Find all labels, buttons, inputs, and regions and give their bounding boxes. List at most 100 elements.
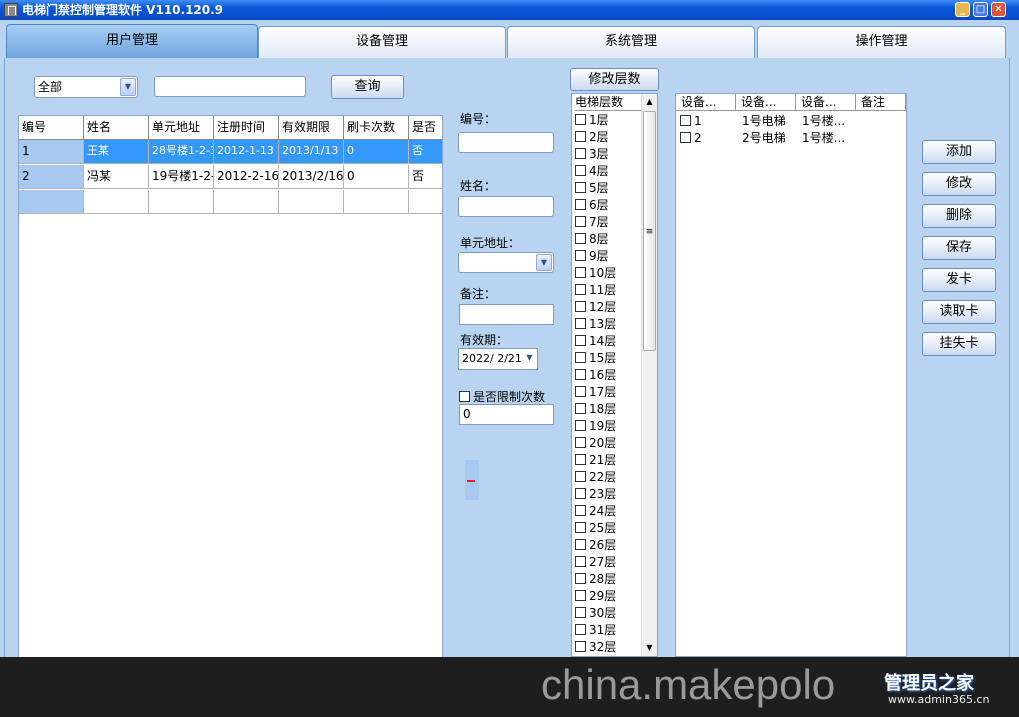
checkbox-icon[interactable] — [575, 284, 586, 295]
device-column-header[interactable]: 备注 — [856, 94, 906, 111]
table-cell-empty[interactable] — [214, 190, 279, 214]
floor-item[interactable]: 18层 — [575, 401, 616, 418]
floor-item[interactable]: 2层 — [575, 129, 609, 146]
tab-system-management[interactable]: 系统管理 — [507, 26, 755, 58]
table-cell-empty[interactable] — [19, 190, 84, 214]
checkbox-icon[interactable] — [575, 165, 586, 176]
device-row[interactable]: 1 — [680, 113, 702, 129]
device-column-header[interactable]: 设备... — [736, 94, 796, 111]
user-table[interactable]: 编号 姓名 单元地址 注册时间 有效期限 刷卡次数 是否 1 王某 28号楼1-2-3 2012-1… — [18, 115, 443, 660]
table-cell[interactable]: 19号楼1-2-3 — [149, 165, 214, 189]
floor-item[interactable]: 29层 — [575, 588, 616, 605]
table-cell-empty[interactable] — [149, 190, 214, 214]
tab-user-management[interactable]: 用户管理 — [6, 24, 258, 58]
scroll-up-icon[interactable]: ▲ — [643, 94, 656, 110]
tab-device-management[interactable]: 设备管理 — [258, 26, 506, 58]
save-button[interactable]: 保存 — [922, 236, 996, 260]
device-list[interactable]: 设备... 设备... 设备... 备注 1 1号电梯 1号楼... 2 2号电梯 1号楼... — [675, 93, 907, 657]
maximize-icon[interactable]: □ — [973, 2, 988, 17]
floor-item[interactable]: 5层 — [575, 180, 609, 197]
tab-operation-management[interactable]: 操作管理 — [757, 26, 1006, 58]
scroll-thumb[interactable]: ≡ — [643, 111, 656, 351]
checkbox-icon[interactable] — [575, 131, 586, 142]
floor-item[interactable]: 8层 — [575, 231, 609, 248]
checkbox-icon[interactable] — [575, 352, 586, 363]
table-cell[interactable]: 冯某 — [84, 165, 149, 189]
table-cell[interactable]: 2013/1/13 — [279, 140, 344, 164]
address-select[interactable]: ▼ — [458, 252, 554, 273]
checkbox-icon[interactable] — [575, 573, 586, 584]
modify-button[interactable]: 修改 — [922, 172, 996, 196]
add-button[interactable]: 添加 — [922, 140, 996, 164]
table-cell[interactable]: 2012-1-13 01 — [214, 140, 279, 164]
floor-item[interactable]: 28层 — [575, 571, 616, 588]
floor-item[interactable]: 10层 — [575, 265, 616, 282]
column-header[interactable]: 是否 — [409, 116, 442, 140]
modify-floors-button[interactable]: 修改层数 — [570, 68, 659, 91]
floor-item[interactable]: 11层 — [575, 282, 616, 299]
minimize-icon[interactable]: _ — [955, 2, 970, 17]
checkbox-icon[interactable] — [575, 267, 586, 278]
checkbox-icon[interactable] — [575, 641, 586, 652]
table-cell-empty[interactable] — [409, 190, 442, 214]
floor-item[interactable]: 3层 — [575, 146, 609, 163]
issue-card-button[interactable]: 发卡 — [922, 268, 996, 292]
checkbox-icon[interactable] — [575, 318, 586, 329]
floor-item[interactable]: 6层 — [575, 197, 609, 214]
checkbox-icon[interactable] — [575, 454, 586, 465]
floor-list-scrollbar[interactable]: ▲ ≡ ▼ — [641, 94, 657, 656]
table-cell-empty[interactable] — [279, 190, 344, 214]
checkbox-icon[interactable] — [575, 369, 586, 380]
floor-item[interactable]: 1层 — [575, 112, 609, 129]
floor-item[interactable]: 22层 — [575, 469, 616, 486]
floor-item[interactable]: 24层 — [575, 503, 616, 520]
checkbox-icon[interactable] — [575, 539, 586, 550]
checkbox-icon[interactable] — [575, 403, 586, 414]
chevron-down-icon[interactable]: ▼ — [523, 350, 536, 368]
checkbox-icon[interactable] — [680, 115, 691, 126]
checkbox-icon[interactable] — [575, 216, 586, 227]
column-header[interactable]: 编号 — [19, 116, 84, 140]
floor-item[interactable]: 31层 — [575, 622, 616, 639]
column-header[interactable]: 姓名 — [84, 116, 149, 140]
floor-item[interactable]: 26层 — [575, 537, 616, 554]
column-header[interactable]: 有效期限 — [279, 116, 344, 140]
floor-item[interactable]: 13层 — [575, 316, 616, 333]
table-cell-empty[interactable] — [84, 190, 149, 214]
delete-button[interactable]: 删除 — [922, 204, 996, 228]
floor-item[interactable]: 21层 — [575, 452, 616, 469]
table-cell[interactable]: 2013/2/16 — [279, 165, 344, 189]
table-cell[interactable]: 2 — [19, 165, 84, 189]
table-cell[interactable]: 否 — [409, 140, 442, 164]
checkbox-icon[interactable] — [575, 420, 586, 431]
checkbox-icon[interactable] — [575, 250, 586, 261]
limit-count-input[interactable]: 0 — [459, 404, 554, 425]
floor-list[interactable]: 电梯层数 ▲ ≡ ▼ 1层 2层 3层 4层 5层 6层 7层 8层 9层 10层 11层 12层 13… — [571, 93, 658, 657]
note-input[interactable] — [459, 304, 554, 325]
checkbox-icon[interactable] — [575, 437, 586, 448]
floor-item[interactable]: 20层 — [575, 435, 616, 452]
expiry-date-picker[interactable]: 2022/ 2/21 ▼ — [458, 348, 538, 370]
column-header[interactable]: 单元地址 — [149, 116, 214, 140]
floor-item[interactable]: 23层 — [575, 486, 616, 503]
checkbox-icon[interactable] — [575, 148, 586, 159]
floor-item[interactable]: 14层 — [575, 333, 616, 350]
floor-item[interactable]: 17层 — [575, 384, 616, 401]
small-scrollbar[interactable] — [465, 460, 479, 500]
column-header[interactable]: 注册时间 — [214, 116, 279, 140]
table-cell[interactable]: 28号楼1-2-3 — [149, 140, 214, 164]
id-input[interactable] — [458, 132, 554, 153]
table-cell[interactable]: 王某 — [84, 140, 149, 164]
checkbox-icon[interactable] — [459, 391, 470, 402]
read-card-button[interactable]: 读取卡 — [922, 300, 996, 324]
table-cell[interactable]: 0 — [344, 165, 409, 189]
floor-item[interactable]: 4层 — [575, 163, 609, 180]
floor-item[interactable]: 32层 — [575, 639, 616, 656]
floor-item[interactable]: 19层 — [575, 418, 616, 435]
scroll-down-icon[interactable]: ▼ — [643, 640, 656, 656]
checkbox-icon[interactable] — [680, 132, 691, 143]
chevron-down-icon[interactable]: ▼ — [536, 254, 552, 271]
column-header[interactable]: 刷卡次数 — [344, 116, 409, 140]
checkbox-icon[interactable] — [575, 488, 586, 499]
filter-select[interactable]: 全部 ▼ — [34, 76, 138, 98]
